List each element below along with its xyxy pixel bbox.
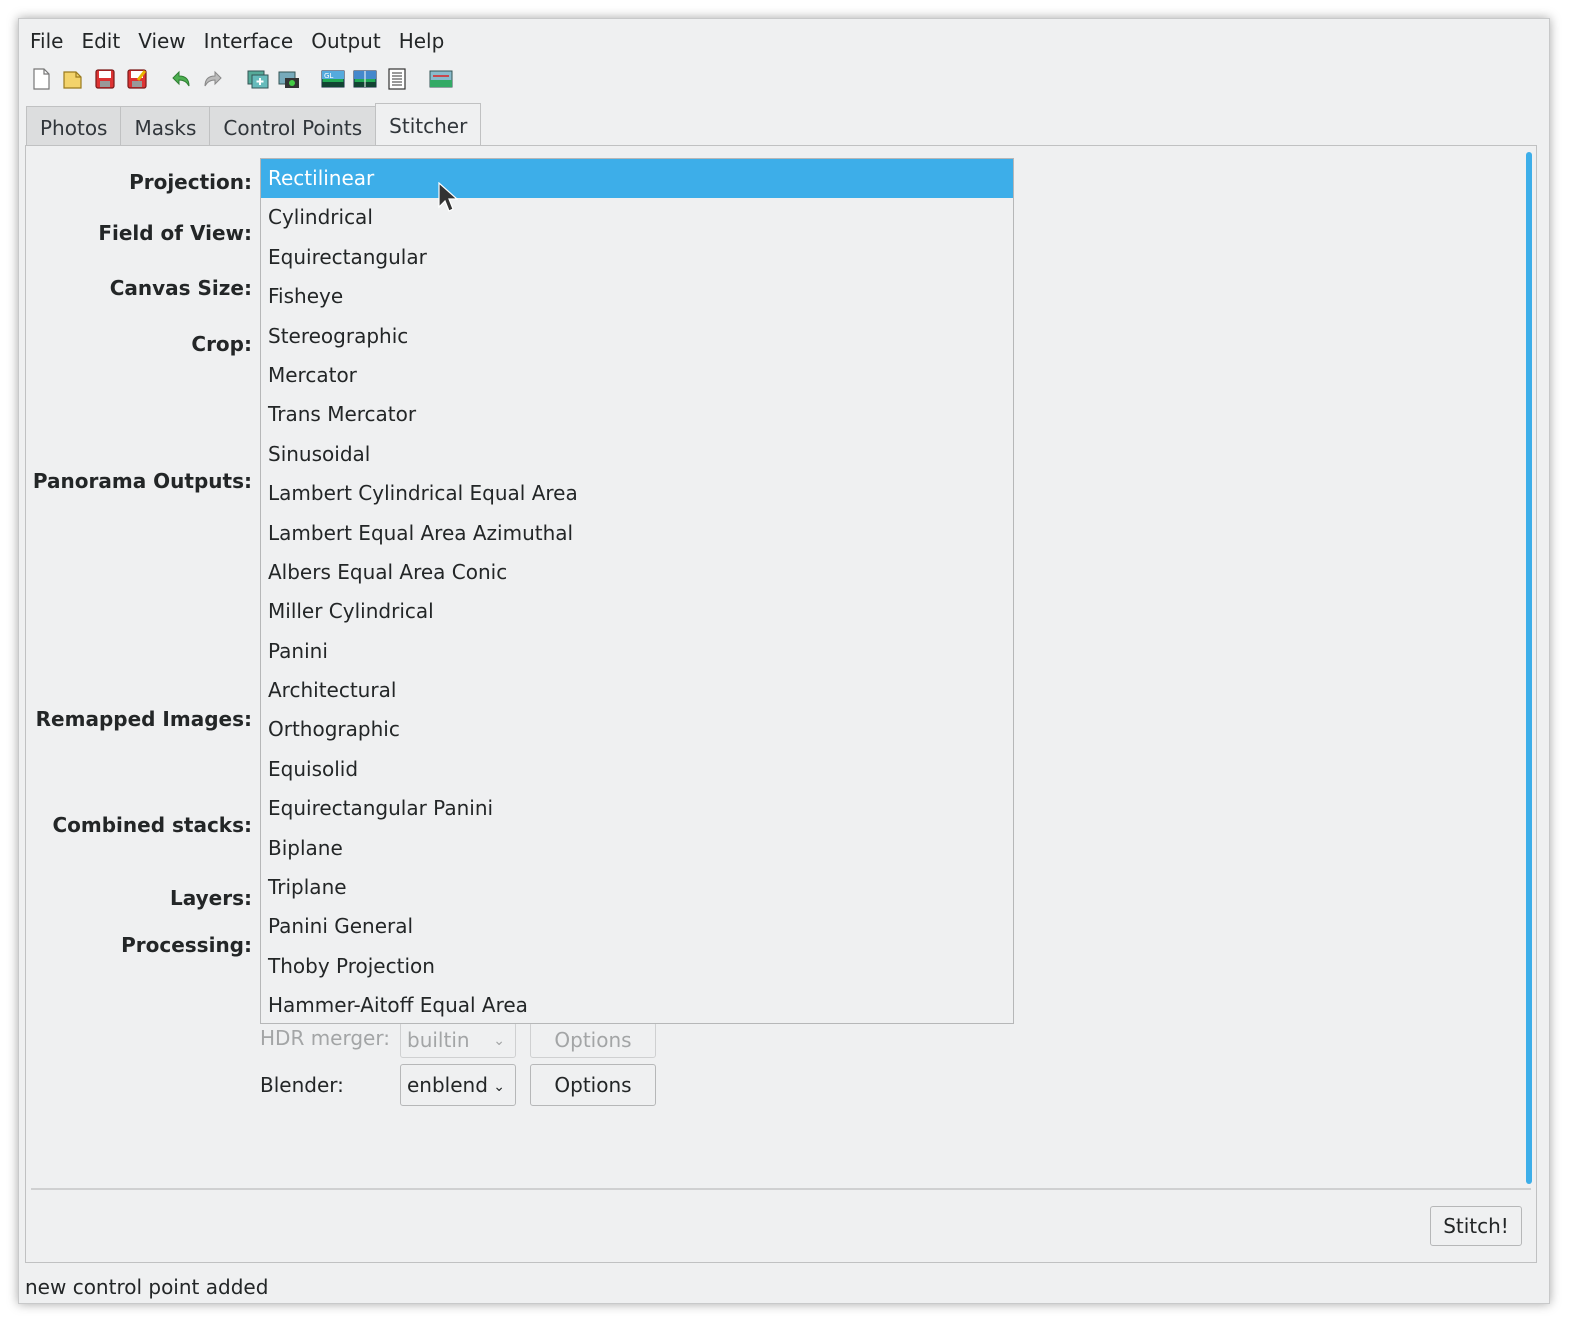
projection-option[interactable]: Fisheye (261, 277, 1013, 316)
undo-icon[interactable] (169, 67, 193, 91)
chevron-down-icon: ⌄ (493, 1033, 505, 1049)
fast-preview-gl-icon[interactable]: GL (321, 67, 345, 91)
menu-output[interactable]: Output (300, 25, 387, 55)
mouse-cursor-icon (438, 181, 459, 218)
projection-option[interactable]: Equirectangular (261, 238, 1013, 277)
projection-option[interactable]: Stereographic (261, 317, 1013, 356)
projection-label: Projection: (129, 170, 252, 194)
hdr-merger-value: builtin (407, 1028, 470, 1052)
tab-masks[interactable]: Masks (120, 106, 211, 145)
projection-option[interactable]: Orthographic (261, 710, 1013, 749)
projection-option[interactable]: Panini (261, 632, 1013, 671)
menu-edit[interactable]: Edit (70, 25, 127, 55)
hdr-merger-options-button[interactable]: Options (530, 1022, 656, 1058)
projection-option[interactable]: Sinusoidal (261, 435, 1013, 474)
projection-option[interactable]: Equisolid (261, 750, 1013, 789)
blender-label: Blender: (260, 1073, 344, 1097)
projection-option[interactable]: Trans Mercator (261, 395, 1013, 434)
layers-label: Layers: (170, 886, 252, 910)
vertical-scrollbar[interactable] (1526, 152, 1532, 1184)
add-images-icon[interactable] (245, 67, 269, 91)
menubar: File Edit View Interface Output Help (19, 25, 451, 55)
panorama-outputs-label: Panorama Outputs: (32, 469, 252, 493)
chevron-down-icon: ⌄ (493, 1079, 505, 1095)
projection-option[interactable]: Lambert Cylindrical Equal Area (261, 474, 1013, 513)
combined-stacks-label: Combined stacks: (52, 813, 252, 837)
layout-icon[interactable] (385, 67, 409, 91)
save-icon[interactable] (93, 67, 117, 91)
projection-option[interactable]: Cylindrical (261, 198, 1013, 237)
add-time-series-icon[interactable] (277, 67, 301, 91)
new-file-icon[interactable] (29, 67, 53, 91)
tab-stitcher[interactable]: Stitcher (375, 103, 482, 145)
projection-option[interactable]: Panini General (261, 907, 1013, 946)
projection-option[interactable]: Albers Equal Area Conic (261, 553, 1013, 592)
processing-label: Processing: (121, 933, 252, 957)
blender-options-button[interactable]: Options (530, 1064, 656, 1106)
projection-option[interactable]: Biplane (261, 829, 1013, 868)
blender-value: enblend (407, 1073, 488, 1097)
optimizer-icon[interactable] (429, 67, 453, 91)
projection-option[interactable]: Mercator (261, 356, 1013, 395)
tab-control-points[interactable]: Control Points (209, 106, 377, 145)
tab-bar: Photos Masks Control Points Stitcher (26, 103, 482, 146)
projection-option[interactable]: Architectural (261, 671, 1013, 710)
field-of-view-label: Field of View: (98, 221, 252, 245)
projection-dropdown-list[interactable]: Rectilinear Cylindrical Equirectangular … (260, 158, 1014, 1024)
stitcher-panel: Projection: Field of View: Canvas Size: … (25, 145, 1537, 1263)
hdr-merger-label: HDR merger: (260, 1026, 390, 1050)
status-bar: new control point added (25, 1275, 269, 1299)
projection-option[interactable]: Lambert Equal Area Azimuthal (261, 514, 1013, 553)
redo-icon[interactable] (201, 67, 225, 91)
crop-label: Crop: (191, 332, 252, 356)
tab-photos[interactable]: Photos (26, 106, 122, 145)
projection-option[interactable]: Miller Cylindrical (261, 592, 1013, 631)
menu-file[interactable]: File (19, 25, 70, 55)
toolbar: GL (29, 67, 461, 91)
menu-view[interactable]: View (127, 25, 192, 55)
menu-help[interactable]: Help (388, 25, 452, 55)
projection-option[interactable]: Triplane (261, 868, 1013, 907)
open-file-icon[interactable] (61, 67, 85, 91)
preview-icon[interactable] (353, 67, 377, 91)
save-as-icon[interactable] (125, 67, 149, 91)
main-window: File Edit View Interface Output Help GL … (18, 18, 1550, 1304)
svg-text:GL: GL (324, 72, 333, 80)
blender-select[interactable]: enblend ⌄ (400, 1064, 516, 1106)
hdr-merger-select[interactable]: builtin ⌄ (400, 1022, 516, 1058)
remapped-images-label: Remapped Images: (35, 707, 252, 731)
projection-option[interactable]: Rectilinear (261, 159, 1013, 199)
divider (31, 1188, 1531, 1190)
menu-interface[interactable]: Interface (193, 25, 301, 55)
stitch-button[interactable]: Stitch! (1430, 1206, 1522, 1246)
projection-option[interactable]: Thoby Projection (261, 947, 1013, 986)
canvas-size-label: Canvas Size: (109, 276, 252, 300)
projection-option[interactable]: Equirectangular Panini (261, 789, 1013, 828)
projection-option[interactable]: Hammer-Aitoff Equal Area (261, 986, 1013, 1025)
